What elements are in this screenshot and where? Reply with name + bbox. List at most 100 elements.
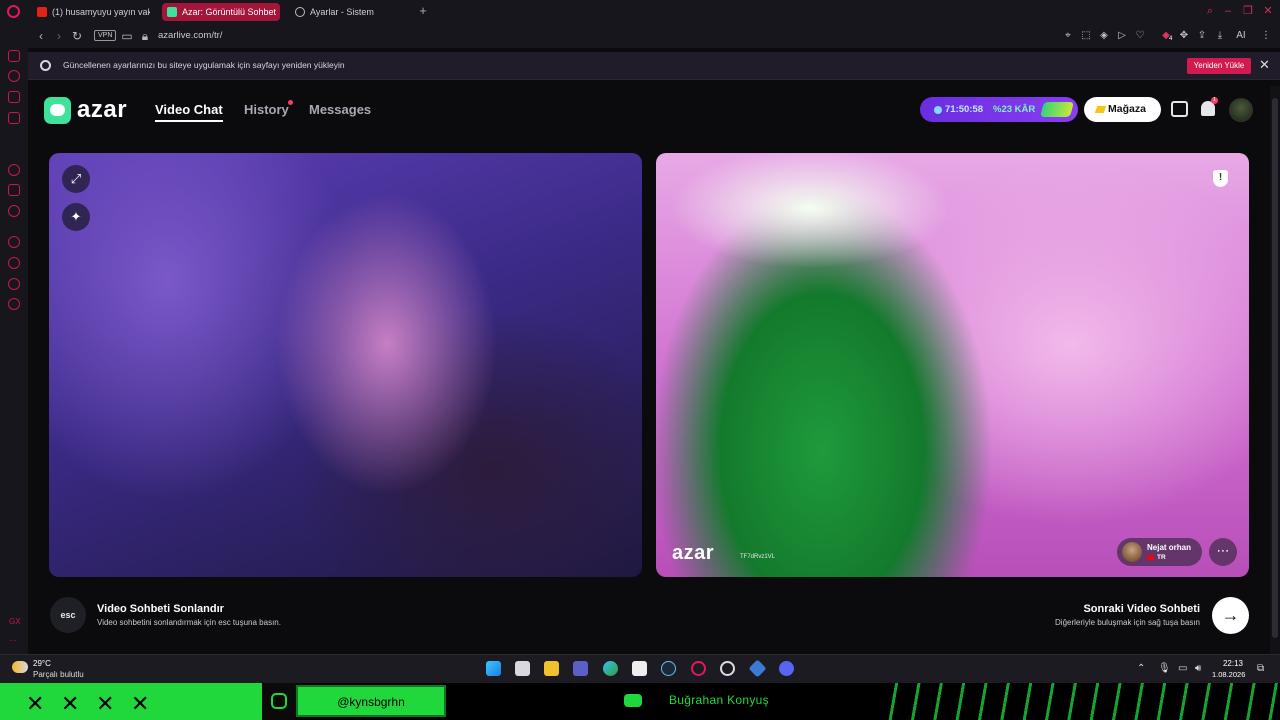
- sidebar-aria-icon[interactable]: [8, 70, 20, 82]
- weather-temperature[interactable]: 29°C: [33, 659, 51, 668]
- maximize-icon[interactable]: ❐: [1242, 5, 1254, 17]
- notifications-icon[interactable]: ⧉: [1257, 663, 1264, 674]
- minimize-icon[interactable]: –: [1222, 5, 1234, 17]
- forward-icon[interactable]: ›: [52, 29, 66, 43]
- volume-icon[interactable]: 🔊︎: [1195, 663, 1201, 674]
- sidebar-speed-dial-icon[interactable]: [8, 50, 20, 62]
- puzzle-icon[interactable]: ✥: [1178, 30, 1190, 42]
- taskbar-time[interactable]: 22:13: [1216, 659, 1250, 668]
- nav-video-chat[interactable]: Video Chat: [155, 102, 223, 117]
- discord-icon[interactable]: [779, 661, 794, 676]
- shield-icon[interactable]: ◈: [1098, 30, 1110, 42]
- back-icon[interactable]: ‹: [34, 29, 48, 43]
- report-shield-icon[interactable]: !: [1213, 170, 1228, 187]
- active-nav-underline: [155, 120, 223, 122]
- new-tab-button[interactable]: +: [416, 3, 430, 21]
- sidebar-whatsapp-icon[interactable]: [8, 205, 20, 217]
- sidebar-messenger-icon[interactable]: [8, 112, 20, 124]
- youtube-channel-name: Buğrahan Konyuş: [669, 693, 769, 707]
- url-field[interactable]: azarlive.com/tr/: [158, 29, 222, 43]
- obs-icon[interactable]: [720, 661, 735, 676]
- sidebar-shopping-icon[interactable]: [8, 91, 20, 103]
- windows-start-icon[interactable]: [486, 661, 501, 676]
- microsoft-store-icon[interactable]: [632, 661, 647, 676]
- youtube-icon: [624, 694, 642, 707]
- sidebar-twitch-icon[interactable]: [8, 184, 20, 196]
- heart-icon[interactable]: ♡: [1134, 30, 1146, 42]
- tab-settings[interactable]: Ayarlar - Sistem: [290, 3, 408, 21]
- azar-logo-text[interactable]: azar: [77, 96, 127, 124]
- weather-condition[interactable]: Parçalı bulutlu: [33, 670, 84, 679]
- show-hidden-icons-icon[interactable]: ⌃: [1137, 663, 1145, 674]
- download-icon[interactable]: ⤓: [1214, 30, 1226, 42]
- task-view-icon[interactable]: [515, 661, 530, 676]
- swap-video-icon[interactable]: ⤢: [62, 165, 90, 193]
- ai-icon[interactable]: AI: [1230, 30, 1252, 42]
- edge-icon[interactable]: [603, 661, 618, 676]
- screenshot-icon[interactable]: ⬚: [1080, 30, 1092, 42]
- vpn-badge[interactable]: VPN: [94, 30, 117, 41]
- tab-youtube[interactable]: (1) husamyuyu yayın vakti: [32, 3, 150, 21]
- youtube-icon: [37, 7, 47, 17]
- opera-gx-icon[interactable]: [691, 661, 706, 676]
- sidebar-more-icon[interactable]: ···: [9, 636, 17, 645]
- chat-bubble-icon[interactable]: ⋯: [1209, 538, 1237, 566]
- file-explorer-icon[interactable]: [544, 661, 559, 676]
- overlay-x-mark: ✕: [96, 691, 115, 716]
- history-notification-dot: [288, 100, 293, 105]
- reload-notification-bar: Güncellenen ayarlarınızı bu siteye uygul…: [28, 52, 1280, 80]
- overlay-green-block: ✕ ✕ ✕ ✕: [0, 683, 262, 720]
- promo-offer-pill[interactable]: 71:50:58 %23 KÂR: [920, 97, 1078, 122]
- search-tabs-icon[interactable]: ⌕: [1204, 5, 1216, 17]
- close-window-icon[interactable]: ✕: [1262, 5, 1274, 17]
- network-icon[interactable]: ▭: [1178, 663, 1187, 674]
- self-video: ⤢ ✦: [49, 153, 642, 577]
- menu-icon[interactable]: ⋮: [1260, 30, 1272, 42]
- pin-icon[interactable]: ⌖: [1062, 30, 1074, 42]
- sidebar-history-icon[interactable]: [8, 257, 20, 269]
- sidebar-player-icon[interactable]: [8, 236, 20, 248]
- clock-icon: [934, 106, 942, 114]
- nav-history[interactable]: History: [244, 102, 289, 117]
- browser-tab-strip: (1) husamyuyu yayın vakti Azar: Görüntül…: [0, 0, 1280, 24]
- next-chat-title: Sonraki Video Sohbeti: [1083, 603, 1200, 615]
- weather-partly-cloudy-icon[interactable]: [12, 661, 28, 673]
- share-icon[interactable]: ⇪: [1196, 30, 1208, 42]
- app-icon[interactable]: [748, 659, 767, 678]
- reload-page-button[interactable]: Yeniden Yükle: [1187, 58, 1251, 74]
- tab-azar[interactable]: Azar: Görüntülü Sohbet: [162, 3, 280, 21]
- next-chat-description: Diğerleriyle buluşmak için sağ tuşa bası…: [1055, 618, 1200, 627]
- sidebar-settings-icon[interactable]: [8, 298, 20, 310]
- page-scrollbar[interactable]: [1270, 86, 1280, 654]
- sidebar-extensions-icon[interactable]: [8, 278, 20, 290]
- sidebar-music-icon[interactable]: [8, 164, 20, 176]
- taskbar-date[interactable]: 1.08.2026: [1212, 670, 1245, 679]
- magic-effects-icon[interactable]: ✦: [62, 203, 90, 231]
- azar-logo-icon[interactable]: [44, 97, 71, 124]
- microphone-icon[interactable]: 🎙︎: [1158, 663, 1171, 674]
- scrollbar-thumb[interactable]: [1272, 98, 1278, 638]
- instagram-box: [262, 683, 296, 720]
- steam-icon[interactable]: [661, 661, 676, 676]
- user-avatar[interactable]: [1229, 98, 1253, 122]
- shop-button[interactable]: Mağaza: [1084, 97, 1161, 122]
- partner-profile-chip[interactable]: Nejat orhan TR: [1117, 538, 1202, 566]
- close-notification-icon[interactable]: ✕: [1259, 57, 1270, 73]
- reload-icon[interactable]: ↻: [70, 29, 84, 43]
- overlay-x-mark: ✕: [61, 691, 80, 716]
- camera-icon[interactable]: ▭: [120, 29, 134, 43]
- play-icon[interactable]: ▷: [1116, 30, 1128, 42]
- end-chat-description: Video sohbetini sonlandırmak için esc tu…: [97, 618, 281, 627]
- inbox-icon[interactable]: [1171, 101, 1188, 117]
- windows-taskbar: 29°C Parçalı bulutlu ⌃ 🎙︎ ▭ 🔊︎ 22:13 1.0…: [0, 654, 1280, 683]
- teams-icon[interactable]: [573, 661, 588, 676]
- overlay-decoration: [885, 683, 1280, 720]
- next-chat-button[interactable]: →: [1212, 597, 1249, 634]
- overlay-x-mark: ✕: [26, 691, 45, 716]
- sidebar-gx-icon[interactable]: GX: [9, 617, 21, 626]
- tab-label: (1) husamyuyu yayın vakti: [52, 7, 150, 17]
- lock-icon: 🔒︎: [141, 29, 149, 43]
- end-chat-esc-button[interactable]: esc: [50, 597, 86, 633]
- nav-messages[interactable]: Messages: [309, 102, 371, 117]
- opera-logo-icon[interactable]: [7, 5, 20, 18]
